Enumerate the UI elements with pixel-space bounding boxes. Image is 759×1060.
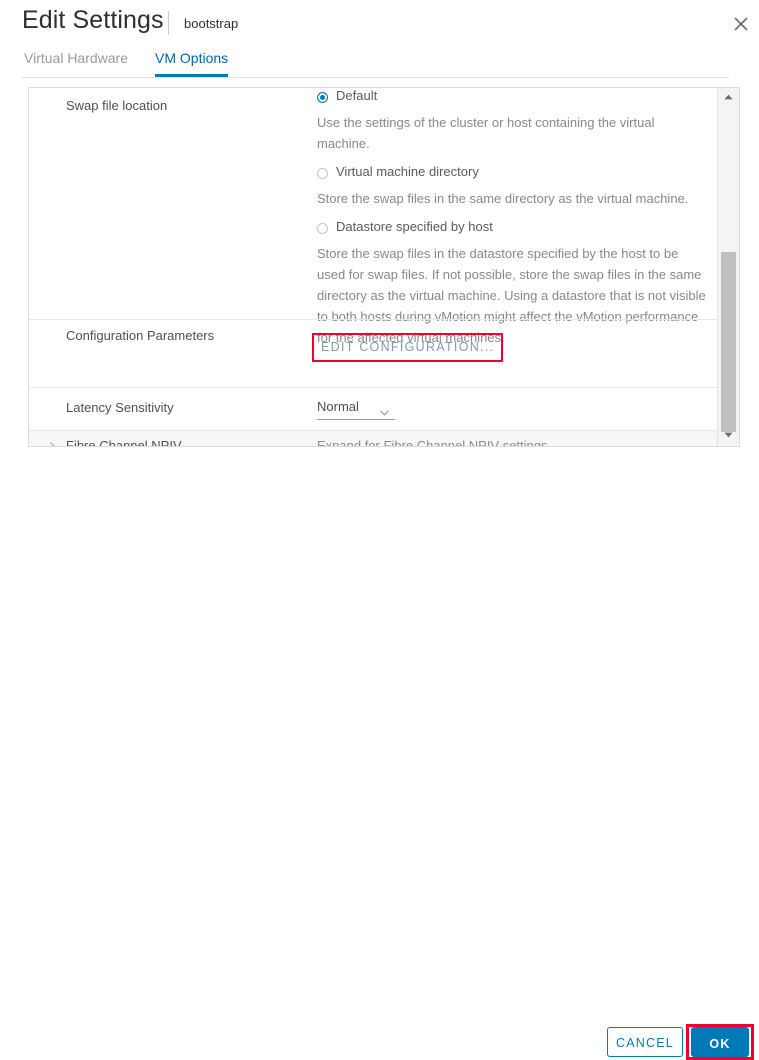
tab-bar: Virtual Hardware VM Options bbox=[0, 50, 759, 78]
caret-up-icon[interactable] bbox=[718, 90, 739, 106]
radio-option-datastore-by-host[interactable]: Datastore specified by host bbox=[317, 219, 709, 240]
dialog-footer: CANCEL OK bbox=[0, 500, 759, 1060]
radio-vm-directory-description: Store the swap files in the same directo… bbox=[317, 191, 689, 206]
settings-panel: Swap file location Default Use the setti… bbox=[28, 87, 740, 447]
row-latency-sensitivity: Latency Sensitivity Normal bbox=[29, 388, 717, 430]
page-title: Edit Settings bbox=[22, 6, 164, 34]
row-swap-file-location: Swap file location Default Use the setti… bbox=[29, 88, 717, 345]
dialog-header: Edit Settings bootstrap bbox=[0, 0, 759, 46]
row-fibre-channel-npiv[interactable]: Fibre Channel NPIV Expand for Fibre Chan… bbox=[29, 430, 717, 447]
cancel-button[interactable]: CANCEL bbox=[607, 1027, 683, 1057]
close-icon[interactable] bbox=[731, 14, 751, 34]
tab-virtual-hardware[interactable]: Virtual Hardware bbox=[24, 50, 128, 74]
configuration-parameters-label: Configuration Parameters bbox=[66, 328, 215, 343]
radio-vm-directory-label: Virtual machine directory bbox=[336, 164, 479, 179]
title-divider bbox=[168, 11, 169, 35]
latency-sensitivity-label: Latency Sensitivity bbox=[66, 400, 174, 415]
edit-configuration-highlight: EDIT CONFIGURATION... bbox=[312, 333, 504, 362]
settings-scrollbar[interactable] bbox=[717, 88, 739, 446]
radio-vm-directory[interactable] bbox=[317, 168, 328, 179]
tab-vm-options[interactable]: VM Options bbox=[155, 50, 229, 77]
caret-down-icon[interactable] bbox=[718, 428, 739, 444]
radio-option-default[interactable]: Default bbox=[317, 88, 709, 109]
radio-datastore-by-host[interactable] bbox=[317, 223, 328, 234]
swap-file-location-label: Swap file location bbox=[66, 98, 168, 113]
latency-sensitivity-select[interactable]: Normal bbox=[317, 396, 395, 420]
chevron-right-icon[interactable] bbox=[48, 440, 58, 446]
radio-default-label: Default bbox=[336, 88, 378, 103]
swap-file-location-options: Default Use the settings of the cluster … bbox=[317, 88, 709, 348]
radio-default[interactable] bbox=[317, 92, 328, 103]
settings-list: Swap file location Default Use the setti… bbox=[29, 88, 717, 446]
radio-option-vm-directory[interactable]: Virtual machine directory bbox=[317, 164, 709, 185]
radio-default-description: Use the settings of the cluster or host … bbox=[317, 115, 655, 151]
fibre-channel-npiv-hint: Expand for Fibre Channel NPIV settings bbox=[317, 438, 548, 447]
latency-sensitivity-value: Normal bbox=[317, 399, 359, 414]
ok-button[interactable]: OK bbox=[691, 1027, 749, 1057]
tab-bar-divider bbox=[22, 77, 729, 78]
radio-datastore-by-host-label: Datastore specified by host bbox=[336, 219, 493, 234]
fibre-channel-npiv-label: Fibre Channel NPIV bbox=[66, 438, 182, 447]
row-configuration-parameters: Configuration Parameters EDIT CONFIGURAT… bbox=[29, 320, 717, 388]
scrollbar-thumb[interactable] bbox=[721, 252, 736, 432]
edit-configuration-button[interactable]: EDIT CONFIGURATION... bbox=[321, 340, 494, 354]
chevron-down-icon bbox=[380, 403, 389, 416]
vm-name-label: bootstrap bbox=[184, 16, 239, 31]
